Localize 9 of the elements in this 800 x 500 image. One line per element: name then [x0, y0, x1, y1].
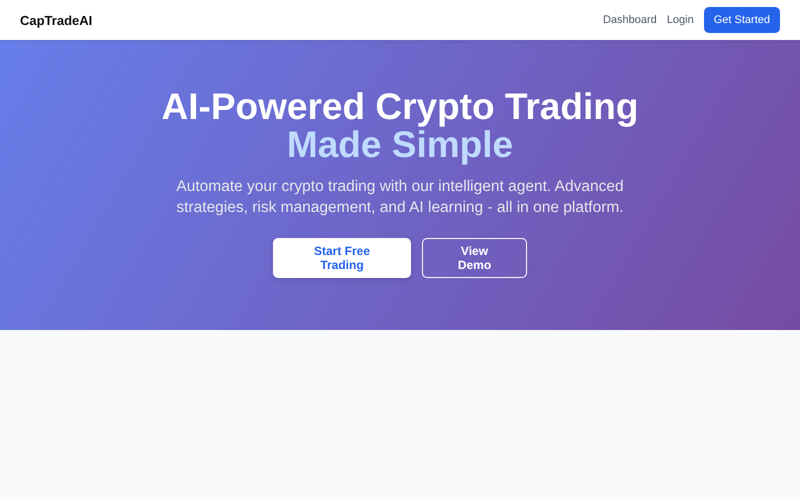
- get-started-button[interactable]: Get Started: [704, 7, 780, 33]
- nav-link[interactable]: Dashboard: [602, 14, 657, 26]
- hero-highlight: Made Simple: [286, 126, 514, 164]
- nav-link[interactable]: Login: [666, 14, 694, 26]
- view-demo-button[interactable]: View Demo: [422, 238, 527, 278]
- start-trading-button[interactable]: Start Free Trading: [273, 238, 411, 278]
- hero-title: AI-Powered Crypto Trading: [162, 88, 638, 126]
- hero-subtitle: Automate your crypto trading with our intelligent agent. Advanced strategies, risk management, and AI learning - all in one platform.: [175, 177, 625, 218]
- brand-logo[interactable]: CapTradeAI: [20, 12, 92, 28]
